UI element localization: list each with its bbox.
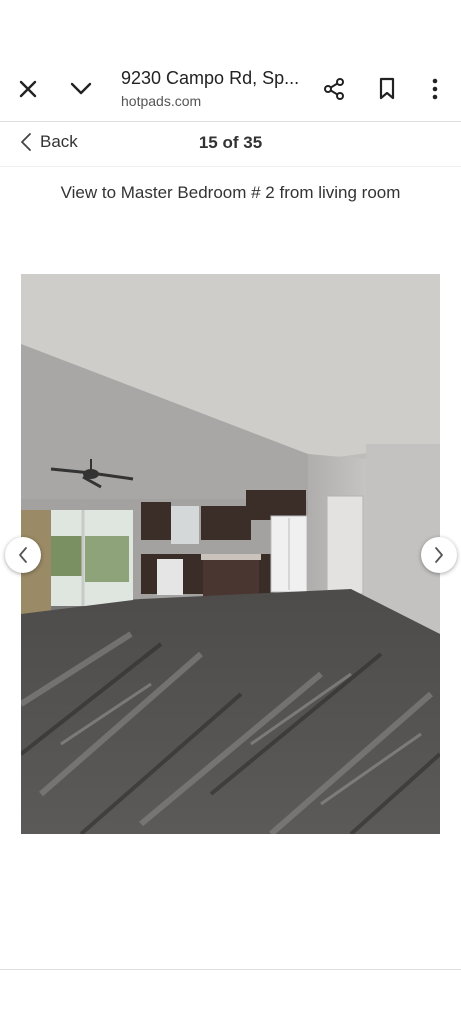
share-icon — [324, 78, 344, 100]
share-button[interactable] — [316, 71, 352, 107]
more-vertical-icon — [432, 78, 438, 100]
bottom-divider — [0, 969, 461, 970]
more-options-button[interactable] — [417, 71, 453, 107]
bookmark-button[interactable] — [369, 71, 405, 107]
photo-counter: 15 of 35 — [198, 133, 263, 152]
gallery-divider — [0, 166, 461, 167]
header-divider — [0, 121, 461, 122]
close-icon — [19, 80, 37, 98]
chevron-down-icon — [70, 82, 92, 95]
next-photo-button[interactable] — [421, 537, 457, 573]
close-button[interactable] — [10, 71, 46, 107]
photo-caption: View to Master Bedroom # 2 from living r… — [60, 183, 401, 202]
collapse-button[interactable] — [63, 71, 99, 107]
chevron-right-icon — [435, 547, 443, 563]
page-domain: hotpads.com — [121, 93, 202, 109]
listing-photo[interactable] — [21, 274, 440, 834]
page-title: 9230 Campo Rd, Sp... — [121, 68, 300, 88]
interior-photo-illustration — [21, 274, 440, 834]
previous-photo-button[interactable] — [5, 537, 41, 573]
chevron-left-icon — [19, 547, 27, 563]
bookmark-icon — [379, 77, 395, 100]
